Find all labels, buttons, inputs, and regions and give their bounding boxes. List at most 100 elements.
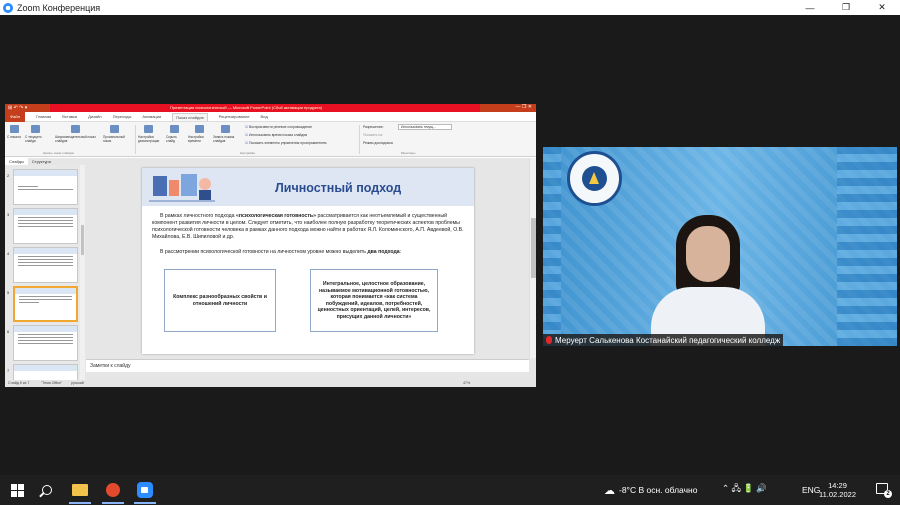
shared-screen: ⊞ ↶ ↷ ▾ Презентация психологической — Mi… xyxy=(5,104,536,387)
record-icon[interactable] xyxy=(221,125,230,133)
window-title: Zoom Конференция xyxy=(17,2,101,13)
ppt-window-controls[interactable]: — ❐ ✕ xyxy=(516,104,532,110)
tray-icons[interactable]: ⌃ 🖧 🔋 🔊 xyxy=(722,475,767,505)
running-indicator xyxy=(102,502,124,504)
slide-illustration xyxy=(149,174,215,202)
tab-file[interactable]: Файл xyxy=(5,111,25,122)
thumb-number: 3 xyxy=(7,212,10,217)
slide-thumbnail[interactable] xyxy=(13,364,78,380)
zoom-level[interactable]: 47% xyxy=(463,381,470,385)
ppt-ribbon-tabs: Файл Главная Вставка Дизайн Переходы Ани… xyxy=(5,111,536,122)
tab-home[interactable]: Главная xyxy=(36,114,51,119)
taskbar-app-button[interactable] xyxy=(104,481,122,499)
slide-thumbnail[interactable] xyxy=(13,247,78,283)
language-status: русский xyxy=(71,381,84,385)
slide-paragraph-1: В рамках личностного подхода «психологич… xyxy=(152,213,464,240)
start-button[interactable] xyxy=(8,481,26,499)
date: 11.02.2022 xyxy=(819,490,856,499)
weather-text: -8°C В осн. облачно xyxy=(619,485,698,495)
slide-thumbnails: 2 3 4 5 6 7 xyxy=(5,165,85,380)
running-indicator xyxy=(134,502,156,504)
folder-icon xyxy=(72,484,88,496)
broadcast-label[interactable]: Широковещательный показ слайдов xyxy=(55,135,101,143)
clock[interactable]: 14:29 11.02.2022 xyxy=(819,481,856,499)
slide-paragraph-2: В рассмотрении психологической готовност… xyxy=(160,249,402,255)
hide-slide-icon[interactable] xyxy=(170,125,179,133)
tab-slideshow[interactable]: Показ слайдов xyxy=(172,112,208,121)
slide-thumbnail[interactable] xyxy=(13,325,78,361)
from-current-label[interactable]: С текущего слайда xyxy=(25,135,47,143)
tab-slides[interactable]: Слайды xyxy=(5,158,28,165)
quick-access-toolbar[interactable]: ⊞ ↶ ↷ ▾ xyxy=(8,105,27,111)
timings-checkbox[interactable]: Использовать время показа слайдов xyxy=(245,133,307,137)
tray-icons-glyphs: ⌃ 🖧 🔋 🔊 xyxy=(722,483,767,493)
from-start-icon[interactable] xyxy=(10,125,19,133)
presenter-view-checkbox[interactable]: Режим докладчика xyxy=(363,141,393,145)
narration-checkbox[interactable]: Воспроизвести речевое сопровождение xyxy=(245,125,312,129)
hide-slide-label[interactable]: Скрыть слайд xyxy=(166,135,184,143)
slide-thumbnail[interactable] xyxy=(13,169,78,205)
ornament-right xyxy=(837,147,897,346)
college-emblem xyxy=(567,151,622,206)
resolution-label: Разрешение: xyxy=(363,125,384,129)
minimize-button[interactable]: — xyxy=(792,0,828,15)
thumb-number: 4 xyxy=(7,251,10,256)
participant-name-tag: Меруерт Салькенова Костанайский педагоги… xyxy=(543,334,784,346)
player-controls-checkbox[interactable]: Показать элементы управления проигрывате… xyxy=(245,141,326,145)
zoom-taskbar-button[interactable] xyxy=(136,481,154,499)
language-indicator[interactable]: ENG xyxy=(802,475,820,505)
tab-view[interactable]: Вид xyxy=(261,114,268,119)
thumb-number: 2 xyxy=(7,173,10,178)
tab-design[interactable]: Дизайн xyxy=(88,114,101,119)
weather-widget[interactable]: ☁ -8°C В осн. облачно xyxy=(604,475,697,505)
resolution-select[interactable]: Использовать текущ... xyxy=(398,124,452,130)
running-indicator xyxy=(69,502,91,504)
maximize-button[interactable]: ❐ xyxy=(828,0,864,15)
tab-outline[interactable]: Структура xyxy=(28,158,55,165)
tab-animation[interactable]: Анимация xyxy=(142,114,161,119)
current-slide: Личностный подход В рамках личностного п… xyxy=(142,168,474,354)
custom-show-icon[interactable] xyxy=(110,125,119,133)
notes-pane[interactable]: Заметки к слайду xyxy=(86,359,529,372)
group-setup-label: Настройка xyxy=(240,151,255,155)
ribbon: С начала С текущего слайда Широковещател… xyxy=(5,122,536,157)
broadcast-icon[interactable] xyxy=(71,125,80,133)
setup-show-icon[interactable] xyxy=(144,125,153,133)
record-label[interactable]: Запись показа слайдов xyxy=(213,135,239,143)
from-start-label[interactable]: С начала xyxy=(7,135,21,139)
muted-mic-icon xyxy=(546,336,552,344)
tab-transitions[interactable]: Переходы xyxy=(113,114,132,119)
ppt-activation-warning: Презентация психологической — Microsoft … xyxy=(50,104,480,112)
zoom-app-icon xyxy=(3,2,13,13)
notification-icon[interactable]: 2 xyxy=(876,483,892,498)
ppt-workspace: Слайды Структура 2 3 4 5 6 7 Личностный … xyxy=(5,158,536,380)
approach-box-left: Комплекс разнообразных свойств и отношен… xyxy=(164,269,276,332)
setup-show-label[interactable]: Настройка демонстрации xyxy=(138,135,162,143)
rehearse-label[interactable]: Настройка времени xyxy=(188,135,210,143)
slide-title: Личностный подход xyxy=(275,181,402,195)
thumbnail-scrollbar[interactable] xyxy=(80,165,85,380)
tab-review[interactable]: Рецензирование xyxy=(219,114,250,119)
participant-face xyxy=(686,226,730,282)
file-explorer-button[interactable] xyxy=(71,481,89,499)
theme-name: "Тема Office" xyxy=(41,381,63,385)
panel-tabs: Слайды Структура xyxy=(5,158,85,165)
zoom-window: Zoom Конференция — ❐ ✕ ⊞ ↶ ↷ ▾ Презентац… xyxy=(0,0,900,475)
tab-insert[interactable]: Вставка xyxy=(62,114,77,119)
from-current-icon[interactable] xyxy=(31,125,40,133)
time: 14:29 xyxy=(828,481,847,490)
thumb-number: 6 xyxy=(7,329,10,334)
rehearse-icon[interactable] xyxy=(195,125,204,133)
participant-video[interactable] xyxy=(543,147,897,346)
slide-thumbnail[interactable] xyxy=(13,208,78,244)
cloud-icon: ☁ xyxy=(604,484,615,497)
app-icon xyxy=(106,483,120,497)
slide-scrollbar[interactable] xyxy=(529,158,536,358)
close-button[interactable]: ✕ xyxy=(864,0,900,15)
windows-logo-icon xyxy=(10,483,24,497)
search-button[interactable] xyxy=(38,481,56,499)
thumb-number: 7 xyxy=(7,368,10,373)
custom-show-label[interactable]: Произвольный показ xyxy=(103,135,131,143)
slide-thumbnail-selected[interactable] xyxy=(13,286,78,322)
ribbon-separator xyxy=(135,125,136,154)
